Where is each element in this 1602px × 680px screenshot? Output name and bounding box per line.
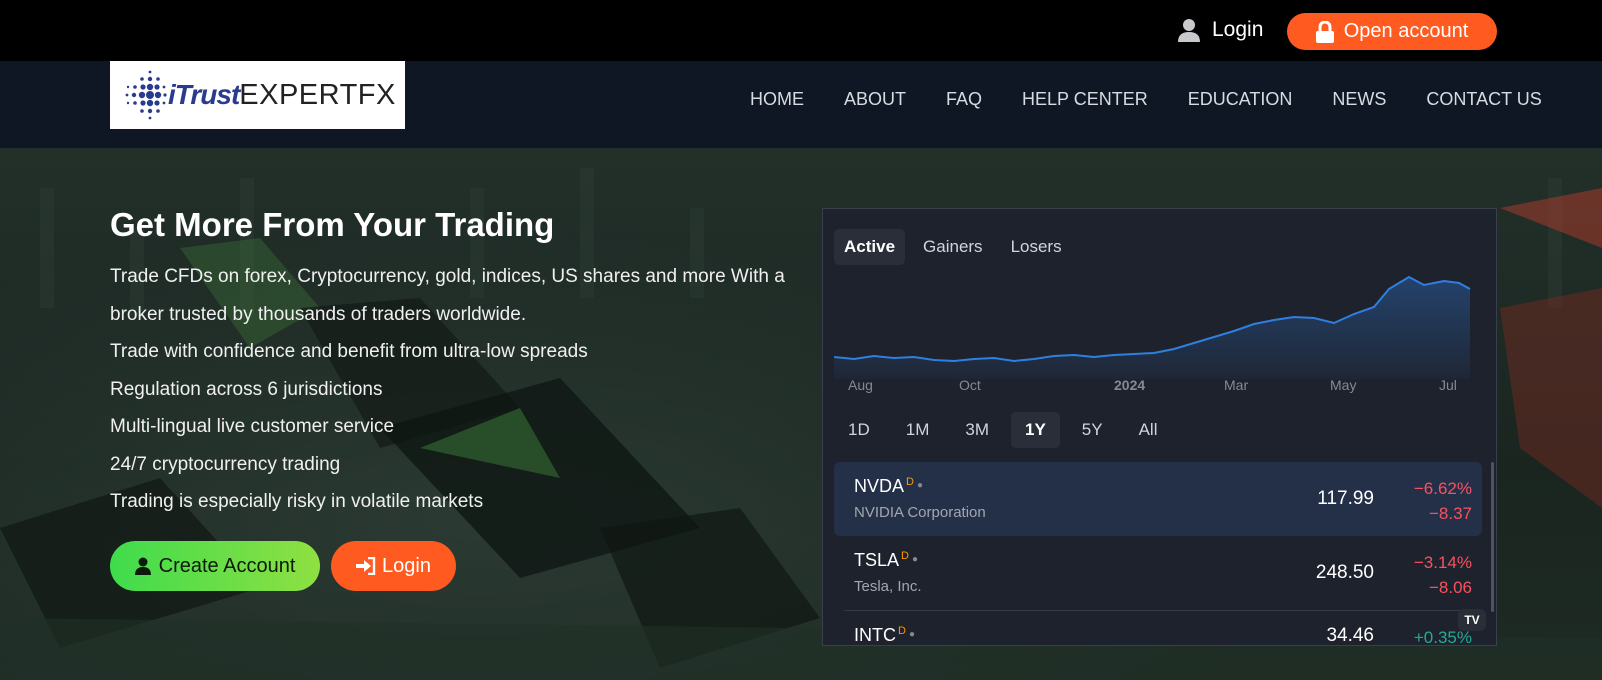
site-logo[interactable]: iTrust EXPERTFX bbox=[110, 61, 405, 129]
top-login-link[interactable]: Login bbox=[1178, 18, 1263, 42]
list-scrollbar[interactable] bbox=[1491, 462, 1494, 612]
open-account-button[interactable]: Open account bbox=[1287, 13, 1497, 50]
symbol-price: 248.50 bbox=[1315, 562, 1374, 583]
nav-about[interactable]: ABOUT bbox=[844, 89, 906, 110]
sign-in-icon bbox=[356, 557, 376, 575]
create-account-button[interactable]: Create Account bbox=[110, 541, 320, 591]
range-3m[interactable]: 3M bbox=[951, 412, 1003, 448]
open-account-label: Open account bbox=[1343, 20, 1469, 42]
market-overview-widget: Active Gainers Losers Aug Oct 2024 Mar M… bbox=[822, 208, 1497, 646]
hero-line: Multi-lingual live customer service bbox=[110, 416, 395, 437]
hero-line: Regulation across 6 jurisdictions bbox=[110, 378, 383, 400]
logo-mark-icon bbox=[125, 70, 167, 120]
hero-login-button[interactable]: Login bbox=[331, 541, 456, 591]
symbol-row-tsla[interactable]: TSLA D ● Tesla, Inc. 248.50 −3.14% −8.06 bbox=[834, 536, 1482, 610]
hero-feature-list: Trade CFDs on forex, Cryptocurrency, gol… bbox=[110, 258, 790, 521]
price-sparkline-chart bbox=[834, 275, 1471, 379]
tab-active[interactable]: Active bbox=[834, 229, 906, 265]
widget-tabs: Active Gainers Losers bbox=[834, 229, 1072, 265]
symbol-name: Tesla, Inc. bbox=[854, 578, 922, 595]
nav-contact-us[interactable]: CONTACT US bbox=[1426, 89, 1541, 110]
range-1d[interactable]: 1D bbox=[834, 412, 884, 448]
x-label: May bbox=[1330, 377, 1357, 393]
hero-line: Trade with confidence and benefit from u… bbox=[110, 341, 588, 362]
x-label: Jul bbox=[1439, 377, 1457, 393]
range-5y[interactable]: 5Y bbox=[1068, 412, 1117, 448]
symbol-row-nvda[interactable]: NVDA D ● NVIDIA Corporation 117.99 −6.62% … bbox=[834, 462, 1482, 536]
symbol-price: 34.46 bbox=[1326, 625, 1374, 646]
nav-links: HOME ABOUT FAQ HELP CENTER EDUCATION NEW… bbox=[750, 89, 1582, 110]
range-1y[interactable]: 1Y bbox=[1010, 412, 1060, 448]
chart-x-axis: Aug Oct 2024 Mar May Jul bbox=[823, 377, 1496, 397]
symbol-ticker: INTC D ● bbox=[854, 625, 915, 645]
user-icon bbox=[134, 557, 151, 575]
x-label: Aug bbox=[848, 377, 873, 393]
hero-login-label: Login bbox=[382, 554, 431, 577]
tab-losers[interactable]: Losers bbox=[1001, 229, 1072, 265]
symbol-list: NVDA D ● NVIDIA Corporation 117.99 −6.62% … bbox=[834, 462, 1482, 646]
x-label: 2024 bbox=[1114, 377, 1146, 393]
hero-line: 24/7 cryptocurrency trading bbox=[110, 453, 341, 475]
logo-text-itrust: iTrust bbox=[168, 79, 240, 110]
symbol-change: −3.14% −8.06 bbox=[1413, 553, 1472, 597]
logo-text-expertfx: EXPERTFX bbox=[239, 78, 396, 111]
range-1m[interactable]: 1M bbox=[892, 412, 944, 448]
symbol-row-intc[interactable]: INTC D ● 34.46 +0.35% bbox=[834, 611, 1482, 646]
nav-education[interactable]: EDUCATION bbox=[1188, 89, 1293, 110]
symbol-change: −6.62% −8.37 bbox=[1413, 479, 1472, 523]
range-all[interactable]: All bbox=[1125, 412, 1172, 448]
hero-line: Trading is especially risky in volatile … bbox=[110, 491, 484, 512]
nav-news[interactable]: NEWS bbox=[1332, 89, 1386, 110]
main-navbar: iTrust EXPERTFX HOME ABOUT FAQ HELP CENT… bbox=[0, 61, 1602, 148]
time-range-selector: 1D 1M 3M 1Y 5Y All bbox=[834, 412, 1171, 448]
x-label: Oct bbox=[959, 377, 981, 393]
x-label: Mar bbox=[1224, 377, 1249, 393]
create-account-label: Create Account bbox=[158, 554, 296, 577]
user-icon bbox=[1178, 19, 1200, 42]
top-login-label: Login bbox=[1212, 18, 1264, 41]
top-bar: Login Open account bbox=[0, 0, 1602, 61]
symbol-ticker: NVDA D ● bbox=[854, 476, 924, 496]
nav-home[interactable]: HOME bbox=[750, 89, 804, 110]
nav-faq[interactable]: FAQ bbox=[946, 89, 982, 110]
hero-title: Get More From Your Trading bbox=[110, 206, 555, 243]
symbol-ticker: TSLA D ● bbox=[854, 550, 919, 570]
tradingview-logo-icon[interactable]: TV bbox=[1458, 609, 1486, 631]
hero-line: Trade CFDs on forex, Cryptocurrency, gol… bbox=[110, 266, 785, 325]
symbol-price: 117.99 bbox=[1317, 488, 1374, 509]
nav-help-center[interactable]: HELP CENTER bbox=[1022, 89, 1148, 110]
lock-icon bbox=[1315, 20, 1334, 43]
tab-gainers[interactable]: Gainers bbox=[913, 229, 993, 265]
sparkline-area bbox=[834, 277, 1470, 379]
symbol-name: NVIDIA Corporation bbox=[854, 504, 986, 521]
